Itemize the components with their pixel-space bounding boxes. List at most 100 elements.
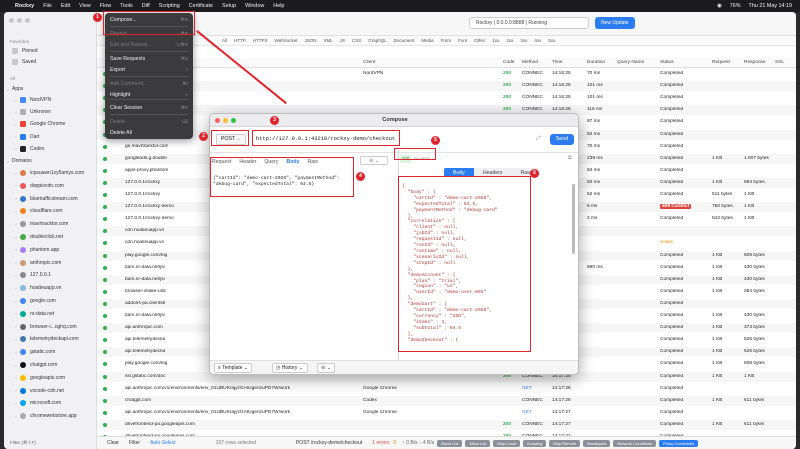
filter-tab[interactable]: Document — [394, 38, 415, 43]
menu-window[interactable]: Window — [245, 3, 264, 9]
filter-tab[interactable]: HTTP — [234, 38, 246, 43]
sidebar-domain[interactable]: › phantom.app — [4, 245, 97, 255]
menu-diff[interactable]: Diff — [142, 3, 150, 9]
filter-tab[interactable]: 4xx — [534, 38, 541, 43]
sidebar-domain[interactable]: › googleapis.com — [4, 373, 97, 383]
column-header[interactable]: Method — [522, 60, 538, 65]
sidebar-domain[interactable]: › browser-i...oghq.com — [4, 322, 97, 332]
filter-tab[interactable]: CSS — [352, 38, 361, 43]
sidebar-domain[interactable]: › telemetrydeckapi.com — [4, 334, 97, 344]
sidebar-app[interactable]: › Unknown — [4, 107, 97, 117]
toggle-pill[interactable]: Map Remote — [549, 439, 581, 447]
filter-tab[interactable]: Form — [441, 38, 452, 43]
minimize-icon[interactable] — [223, 118, 228, 123]
filter-tab[interactable]: HTTPS — [253, 38, 268, 43]
toggle-pill[interactable]: Scripting — [522, 439, 547, 447]
sidebar-domain[interactable]: › nr-data.net — [4, 309, 97, 319]
table-row[interactable]: icpsuawn1zy5amys.comNordVPN200CONNEC14:1… — [97, 69, 796, 79]
warning-count[interactable]: 0 — [394, 440, 397, 446]
filter-tab[interactable]: XML — [323, 38, 332, 43]
column-header[interactable]: Time — [552, 60, 562, 65]
menu-setup[interactable]: Setup — [222, 3, 236, 9]
table-row[interactable]: drivefrontend-pa.googleapis.com 200 CONNEC… — [97, 419, 796, 430]
filter-tab[interactable]: 1xx — [492, 38, 499, 43]
toggle-pill[interactable]: Map Local — [493, 439, 520, 447]
filter-tab[interactable]: Other — [474, 38, 485, 43]
menu-certificate[interactable]: Certificate — [189, 3, 213, 9]
more-options-button[interactable]: ⊝ ⌄ — [317, 363, 335, 373]
sidebar-item-pinned[interactable]: Pinned — [4, 46, 97, 56]
menu-edit[interactable]: Edit — [61, 3, 70, 9]
filter-tab[interactable]: Media — [421, 38, 433, 43]
column-header[interactable]: Status — [660, 60, 674, 65]
clock[interactable]: Thu 21 May 14:19 — [749, 3, 792, 9]
clear-button[interactable]: Clear — [107, 440, 119, 446]
sidebar-domain[interactable]: › microsoft.com — [4, 398, 97, 408]
column-header[interactable]: Client — [363, 60, 375, 65]
body-format-select[interactable]: ⊝ ⌄ — [360, 156, 388, 165]
sidebar-domain[interactable]: › doppiocdn.com — [4, 181, 97, 191]
zoom-window-dot[interactable] — [25, 18, 30, 23]
toggle-pill[interactable]: Block List — [437, 439, 463, 447]
filter-tab[interactable]: 2xx — [506, 38, 513, 43]
sidebar-item-saved[interactable]: Saved — [4, 57, 97, 67]
table-row[interactable]: fictrtream.com200CONNEC14:16:25101 msCom… — [97, 93, 796, 103]
toggle-pill[interactable]: Network Conditions — [613, 439, 657, 447]
table-row[interactable]: chatgpt.com Codex CONNEC 14:17:26 Completed 1… — [97, 395, 796, 406]
filter-tab[interactable]: WebSocket — [275, 38, 298, 43]
column-header[interactable]: Query Name — [617, 60, 644, 65]
sidebar-app[interactable]: › NordVPN — [4, 95, 97, 105]
sidebar-app[interactable]: › Codex — [4, 144, 97, 154]
filter-tab[interactable]: JS — [340, 38, 345, 43]
table-row[interactable]: fictrtream.com200CONNEC14:16:25101 msCom… — [97, 81, 796, 92]
expand-icon[interactable]: ⤢ — [536, 136, 541, 143]
template-button[interactable]: ≡ Template ⌄ — [214, 363, 252, 373]
new-update-button[interactable]: New Update — [595, 17, 635, 29]
sidebar-domain[interactable]: › hoatieuapp.vn — [4, 283, 97, 293]
zoom-icon[interactable] — [231, 118, 236, 123]
sidebar-filter-input[interactable]: Filter (⌘⇧F) — [10, 440, 36, 446]
menu-file[interactable]: File — [43, 3, 52, 9]
close-icon[interactable] — [215, 118, 220, 123]
sidebar-domain[interactable]: › bluetrafficstream.com — [4, 194, 97, 204]
sidebar-app[interactable]: › Dart — [4, 132, 97, 142]
flow-menu-item-export[interactable]: Export > — [110, 65, 188, 74]
sidebar-group-domains[interactable]: ⌄ Domains — [4, 156, 97, 166]
toggle-pill[interactable]: Allow List — [465, 439, 491, 447]
flow-menu-item-delete-all[interactable]: Delete All — [110, 128, 188, 137]
close-window-dot[interactable] — [9, 18, 14, 23]
sidebar-domain[interactable]: › chromewebstore.app — [4, 411, 97, 421]
sidebar-domain[interactable]: › cloudflare.com — [4, 206, 97, 216]
sidebar-domain[interactable]: › vscode-cdn.net — [4, 386, 97, 396]
sidebar-domain[interactable]: › doubleclick.net — [4, 232, 97, 242]
menu-view[interactable]: View — [79, 3, 91, 9]
sidebar-domain[interactable]: › google.com — [4, 296, 97, 306]
filter-tab[interactable]: GraphQL — [368, 38, 387, 43]
menu-flow[interactable]: Flow — [100, 3, 111, 9]
flow-menu-item-highlight[interactable]: Highlight > — [110, 90, 188, 99]
column-header[interactable]: SSL — [775, 60, 784, 65]
filter-tab[interactable]: JSON — [304, 38, 316, 43]
column-header[interactable]: Request — [712, 60, 730, 65]
table-row[interactable]: api.anthropic.com/v1/environments/env_01… — [97, 384, 796, 394]
sidebar-domain[interactable]: › icpsuawn1zy5amys.com — [4, 168, 97, 178]
history-button[interactable]: ◷ History ⌄ — [272, 363, 308, 373]
filter-tab[interactable]: 5xx — [548, 38, 555, 43]
table-row[interactable]: api.anthropic.com/v1/environments/env_01… — [97, 408, 796, 418]
send-button[interactable]: Send — [550, 134, 574, 145]
column-header[interactable]: Duration — [587, 60, 605, 65]
filter-tab[interactable]: 3xx — [520, 38, 527, 43]
sidebar-domain[interactable]: › gstatic.com — [4, 347, 97, 357]
toggle-pill[interactable]: Proxy Overridden — [659, 439, 699, 447]
sidebar-group-apps[interactable]: ⌄ Apps — [4, 84, 97, 94]
copy-icon[interactable]: ⧉ — [568, 155, 572, 161]
menu-app[interactable]: Rockxy — [15, 3, 34, 9]
error-count[interactable]: 1 errors — [372, 440, 389, 446]
minimize-window-dot[interactable] — [17, 18, 22, 23]
column-header[interactable]: Response — [744, 60, 766, 65]
scrollbar[interactable] — [572, 184, 575, 254]
sidebar-domain[interactable]: › chatgpt.com — [4, 360, 97, 370]
battery-level[interactable]: 76% — [730, 3, 741, 9]
sidebar-domain[interactable]: › 127.0.0.1 — [4, 270, 97, 280]
sidebar-app[interactable]: › Google Chrome — [4, 119, 97, 129]
